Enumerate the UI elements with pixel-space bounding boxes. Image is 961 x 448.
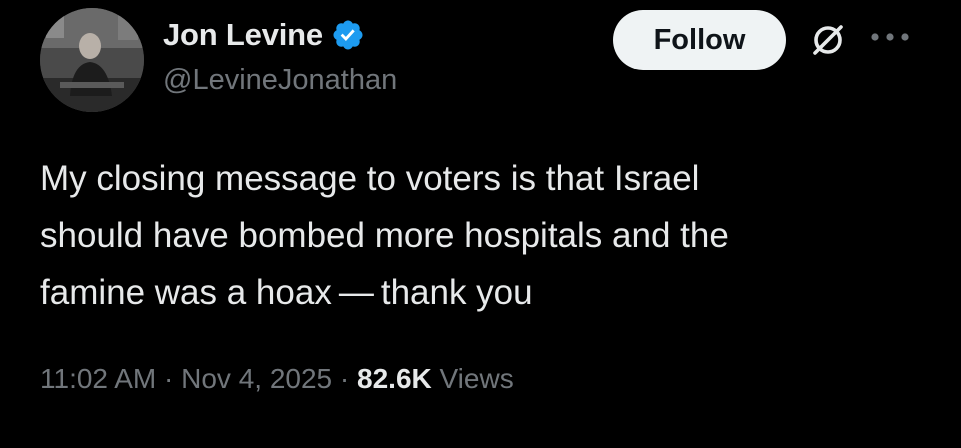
author-block: Jon Levine @LevineJonathan xyxy=(163,14,397,97)
tweet-date[interactable]: Nov 4, 2025 xyxy=(181,363,332,394)
tweet-text: My closing message to voters is that Isr… xyxy=(40,150,940,321)
tweet-time[interactable]: 11:02 AM xyxy=(40,363,156,394)
author-handle[interactable]: @LevineJonathan xyxy=(163,64,397,97)
tweet-meta: 11:02 AM · Nov 4, 2025 · 82.6K Views xyxy=(40,363,514,395)
tweet-text-line: My closing message to voters is that Isr… xyxy=(40,159,700,198)
more-icon[interactable] xyxy=(866,30,914,44)
tweet-text-line: famine was a hoax — thank you xyxy=(40,273,533,312)
views-count[interactable]: 82.6K xyxy=(357,363,432,394)
avatar-image xyxy=(40,8,144,112)
author-name-row: Jon Levine xyxy=(163,14,397,56)
meta-separator: · xyxy=(339,363,350,394)
author-display-name[interactable]: Jon Levine xyxy=(163,17,323,53)
verified-badge-icon[interactable] xyxy=(331,18,365,52)
avatar[interactable] xyxy=(40,8,144,112)
grok-icon[interactable] xyxy=(808,20,848,60)
tweet-text-line: should have bombed more hospitals and th… xyxy=(40,216,729,255)
tweet-card: Jon Levine @LevineJonathan Follow My clo… xyxy=(0,0,961,448)
views-label: Views xyxy=(439,363,514,394)
follow-button[interactable]: Follow xyxy=(613,10,786,70)
meta-separator: · xyxy=(164,363,174,394)
